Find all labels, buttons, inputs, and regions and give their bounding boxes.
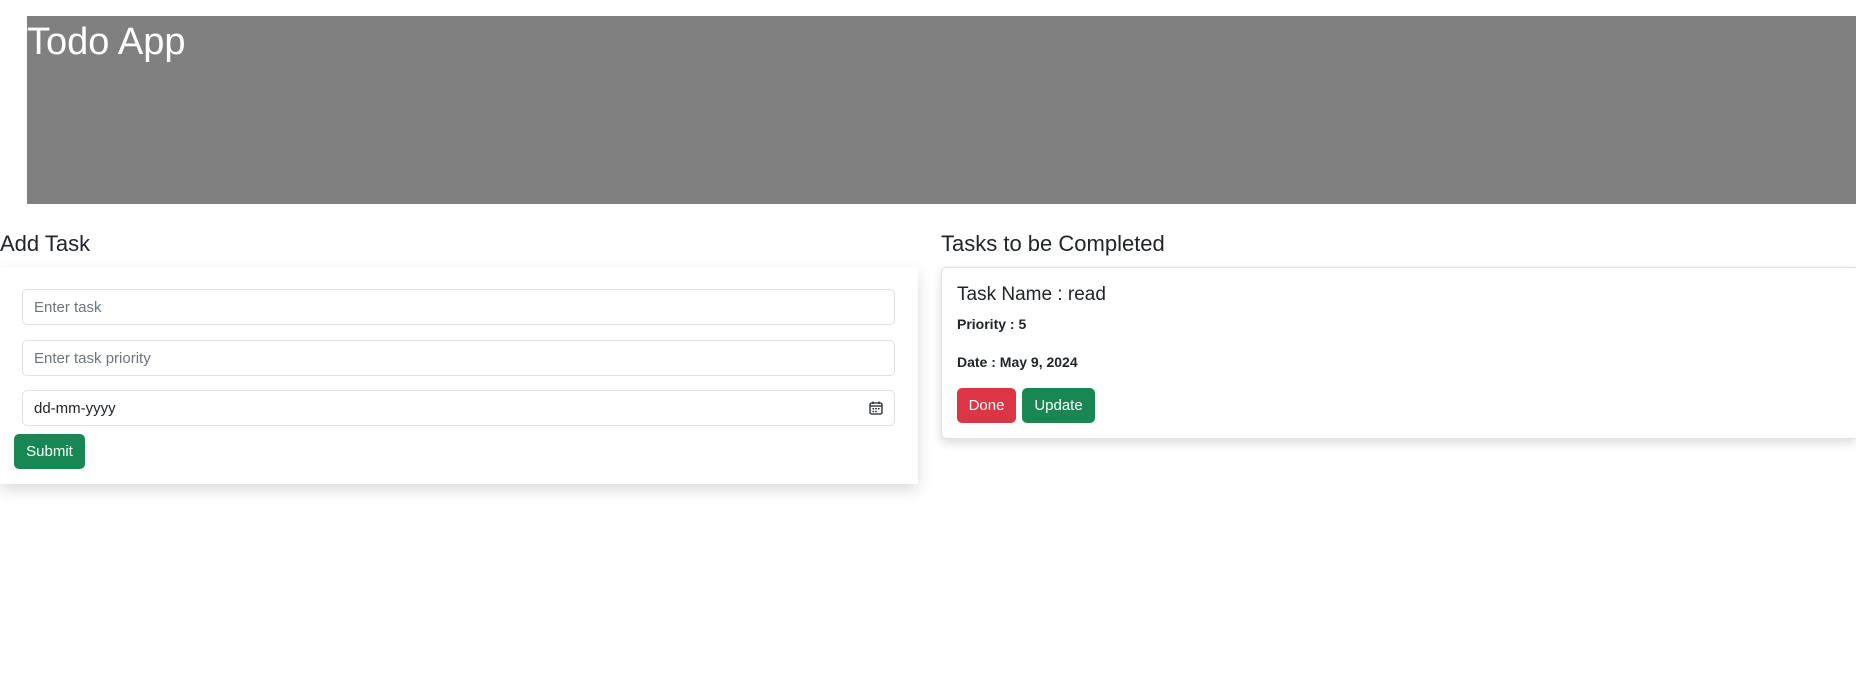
priority-input[interactable]: Enter task priority xyxy=(22,340,895,376)
done-button[interactable]: Done xyxy=(957,388,1016,423)
task-priority: Priority : 5 xyxy=(957,316,1027,332)
add-task-card: Enter task Enter task priority dd-mm-yyy… xyxy=(0,267,918,484)
task-name: Task Name : read xyxy=(957,284,1106,305)
priority-input-placeholder: Enter task priority xyxy=(34,349,151,367)
task-date: Date : May 9, 2024 xyxy=(957,354,1078,370)
update-button[interactable]: Update xyxy=(1022,388,1095,423)
add-task-heading: Add Task xyxy=(0,231,91,256)
date-input[interactable]: dd-mm-yyyy xyxy=(22,390,895,426)
task-input[interactable]: Enter task xyxy=(22,289,895,325)
app-title: Todo App xyxy=(27,21,186,63)
calendar-icon[interactable] xyxy=(869,401,883,415)
tasks-heading: Tasks to be Completed xyxy=(941,231,1165,256)
task-card: Task Name : read Priority : 5 Date : May… xyxy=(941,267,1856,439)
date-input-value: dd-mm-yyyy xyxy=(34,399,116,417)
task-input-placeholder: Enter task xyxy=(34,298,102,316)
submit-button[interactable]: Submit xyxy=(14,434,85,469)
header-banner: Todo App xyxy=(27,16,1856,204)
